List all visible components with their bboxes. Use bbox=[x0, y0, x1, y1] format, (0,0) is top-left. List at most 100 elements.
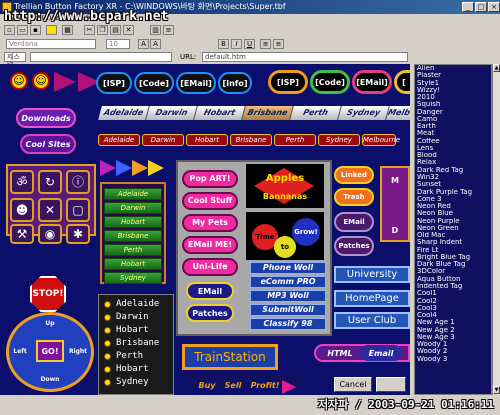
profit-link[interactable]: Profit! bbox=[250, 379, 280, 391]
style-list-item[interactable]: Cool2 bbox=[415, 298, 491, 305]
nav-right-button[interactable]: Right bbox=[68, 346, 88, 356]
style-list-item[interactable]: Cone 3 bbox=[415, 196, 491, 203]
people-icon[interactable]: ☻ bbox=[10, 198, 34, 222]
style-list-item[interactable]: Neon Green bbox=[415, 225, 491, 232]
refresh-icon[interactable]: ↻ bbox=[38, 170, 62, 194]
style-list-item[interactable]: Dark Purple Tag bbox=[415, 189, 491, 196]
tab-adelaide[interactable]: Adelaide bbox=[98, 106, 150, 120]
downloads-button[interactable]: Downloads bbox=[16, 108, 76, 128]
style-list-item[interactable]: Sunset bbox=[415, 181, 491, 188]
green-item-brisbane[interactable]: Brisbane bbox=[104, 230, 162, 242]
italic-icon[interactable]: I bbox=[231, 39, 242, 49]
style-list-item[interactable]: Sharp Indent bbox=[415, 239, 491, 246]
info-button[interactable]: [Info] bbox=[218, 72, 252, 94]
paste-icon[interactable]: ▤ bbox=[110, 25, 121, 35]
tab-red-melbourne[interactable]: Melbourne bbox=[362, 134, 400, 146]
style-list-item[interactable]: Neon Red bbox=[415, 203, 491, 210]
grow-circle[interactable]: Grow! bbox=[292, 218, 320, 246]
partial-button[interactable]: [ bbox=[394, 70, 410, 94]
om-icon[interactable]: ॐ bbox=[10, 170, 34, 194]
cool-stuff-button[interactable]: Cool Stuff bbox=[182, 192, 238, 210]
delete-icon[interactable]: ✕ bbox=[123, 25, 134, 35]
underline-icon[interactable]: U bbox=[244, 39, 255, 49]
style-list-item[interactable]: Earth bbox=[415, 123, 491, 130]
open-icon[interactable]: ▭ bbox=[17, 25, 28, 35]
tab-perth[interactable]: Perth bbox=[290, 106, 342, 120]
style-list-item[interactable]: Dark Blue Tag bbox=[415, 261, 491, 268]
eye-icon[interactable]: ◉ bbox=[38, 224, 62, 244]
style-list-item[interactable]: Old Mac bbox=[415, 232, 491, 239]
caption-field[interactable]: 제스텔 bbox=[4, 52, 26, 69]
linked-oval[interactable]: Linked bbox=[334, 166, 374, 184]
nav-down-button[interactable]: Down bbox=[40, 374, 60, 384]
style-list-item[interactable]: Woody 1 bbox=[415, 341, 491, 348]
email-button[interactable]: [EMail] bbox=[176, 72, 216, 94]
patches-oval-2[interactable]: Patches bbox=[334, 236, 374, 256]
apples-label[interactable]: Apples bbox=[246, 172, 324, 184]
grid-icon[interactable]: ▥ bbox=[150, 25, 161, 35]
scroll-up-icon[interactable]: ▲ bbox=[493, 64, 500, 72]
my-pets-button[interactable]: My Pets bbox=[182, 214, 238, 232]
style-list-item[interactable]: Squish bbox=[415, 101, 491, 108]
tab-melbourne[interactable]: Melbourne bbox=[386, 106, 410, 120]
style-list-item[interactable]: Bright Blue Tag bbox=[415, 254, 491, 261]
align-left-icon[interactable]: ≡ bbox=[260, 39, 271, 49]
spider-icon[interactable]: ✱ bbox=[66, 224, 90, 244]
code-button-alt[interactable]: [Code] bbox=[310, 70, 350, 94]
image-icon[interactable]: ▦ bbox=[62, 25, 73, 35]
style-list-item[interactable]: Cool1 bbox=[415, 290, 491, 297]
tab-red-adelaide[interactable]: Adelaide bbox=[98, 134, 140, 146]
style-list-item[interactable]: Alien bbox=[415, 65, 491, 72]
url-input[interactable]: default.htm bbox=[202, 52, 408, 62]
nav-up-button[interactable]: Up bbox=[42, 318, 58, 328]
tab-sydney[interactable]: Sydney bbox=[338, 106, 390, 120]
tools-icon[interactable]: ✕ bbox=[38, 198, 62, 222]
classify-item[interactable]: Classify 98 bbox=[250, 318, 326, 330]
submit-woll-item[interactable]: SubmitWoll bbox=[250, 304, 326, 316]
style-list-item[interactable]: New Age 2 bbox=[415, 327, 491, 334]
frame-icon[interactable]: ▢ bbox=[66, 198, 90, 222]
style-list-item[interactable]: Danger bbox=[415, 109, 491, 116]
pop-art-button[interactable]: Pop ART! bbox=[182, 170, 238, 188]
email-button-alt[interactable]: [EMail] bbox=[352, 70, 392, 94]
tab-red-hobart[interactable]: Hobart bbox=[186, 134, 228, 146]
pennant-icon[interactable] bbox=[54, 72, 76, 92]
info-icon[interactable]: ⓘ bbox=[66, 170, 90, 194]
text-field[interactable] bbox=[30, 52, 172, 62]
style-list-item[interactable]: Dark Red Tag bbox=[415, 167, 491, 174]
radio-item-adelaide[interactable]: Adelaide bbox=[100, 298, 170, 311]
style-list-item[interactable]: New Age 3 bbox=[415, 334, 491, 341]
size-select[interactable]: 10 bbox=[106, 39, 130, 49]
radio-item-sydney[interactable]: Sydney bbox=[100, 376, 170, 389]
nav-go-button[interactable]: GO! bbox=[36, 340, 64, 362]
style-list-item[interactable]: Neon Purple bbox=[415, 218, 491, 225]
style-list-item[interactable]: Relax bbox=[415, 159, 491, 166]
style-list-item[interactable]: Neon Blue bbox=[415, 210, 491, 217]
color-icon[interactable] bbox=[46, 25, 57, 35]
smiley-icon[interactable]: ☺ bbox=[32, 72, 50, 90]
university-button[interactable]: University bbox=[334, 266, 410, 283]
phone-woll-item[interactable]: Phone Woll bbox=[250, 262, 326, 274]
tab-brisbane[interactable]: Brisbane bbox=[242, 106, 294, 120]
tab-hobart[interactable]: Hobart bbox=[194, 106, 246, 120]
dialog-button-2[interactable] bbox=[376, 377, 406, 392]
cool-sites-button[interactable]: Cool Sites bbox=[20, 134, 76, 154]
green-item-hobart[interactable]: Hobart bbox=[104, 216, 162, 228]
isp-button-alt[interactable]: [ISP] bbox=[268, 70, 308, 94]
font-size-icon[interactable]: A bbox=[138, 39, 149, 49]
email-oval[interactable]: EMail bbox=[186, 282, 234, 300]
sell-link[interactable]: Sell bbox=[222, 379, 244, 391]
stop-button[interactable]: STOP! bbox=[30, 276, 66, 312]
style-list-item[interactable]: Cool4 bbox=[415, 312, 491, 319]
style-list-item[interactable]: Wizzy! bbox=[415, 87, 491, 94]
tab-darwin[interactable]: Darwin bbox=[146, 106, 198, 120]
font-select[interactable]: Verdana bbox=[6, 39, 96, 49]
style-list-item[interactable]: Lens bbox=[415, 145, 491, 152]
smiley-icon[interactable]: ☺ bbox=[10, 72, 28, 90]
arrow-pink-icon[interactable] bbox=[282, 380, 296, 394]
style-list-item[interactable]: Style1 bbox=[415, 80, 491, 87]
save-icon[interactable]: ▪ bbox=[30, 25, 41, 35]
tab-red-perth[interactable]: Perth bbox=[274, 134, 316, 146]
cancel-button[interactable]: Cancel bbox=[334, 377, 372, 392]
tab-red-brisbane[interactable]: Brisbane bbox=[230, 134, 272, 146]
